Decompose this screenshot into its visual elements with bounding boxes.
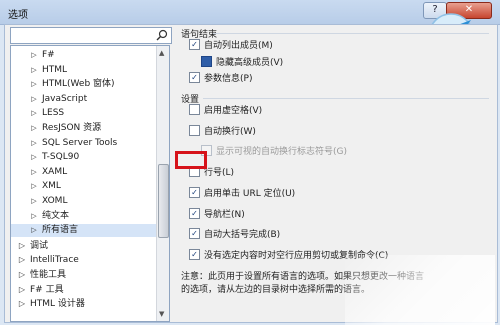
tree-item-label: XML (42, 181, 61, 192)
tree-item[interactable]: ▷ XML (11, 180, 169, 193)
tree-item[interactable]: ▷ XOML (11, 195, 169, 208)
checkbox[interactable]: ✓ (189, 186, 200, 198)
search-input[interactable] (10, 27, 172, 44)
option-row[interactable]: ✓ 自动大括号完成(B) (189, 228, 281, 241)
tree-item-label: F# (42, 50, 55, 60)
expand-arrow-icon[interactable]: ▷ (29, 49, 39, 62)
tree-item[interactable]: ▷ 纯文本 (11, 210, 169, 223)
checkbox[interactable]: ✓ (189, 39, 200, 50)
checkbox-label: 导航栏(N) (204, 209, 245, 220)
tree-item-label: XOML (42, 196, 68, 206)
expand-arrow-icon[interactable]: ▷ (17, 283, 27, 296)
tree-item-label: 所有语言 (42, 225, 79, 236)
checkbox[interactable]: ✓ (189, 72, 200, 83)
tree-item[interactable]: ▷ T-SQL90 (11, 151, 169, 164)
tree-item[interactable]: ▷ XAML (11, 166, 169, 179)
tree-item-label: HTML 设计器 (30, 299, 85, 310)
group-divider (213, 33, 489, 34)
option-row: 显示可视的自动换行标志符号(G) (201, 145, 347, 158)
expand-arrow-icon[interactable]: ▷ (17, 239, 27, 252)
expand-arrow-icon[interactable]: ▷ (17, 268, 27, 281)
expand-arrow-icon[interactable]: ▷ (29, 210, 39, 223)
option-row[interactable]: 自动换行(W) (189, 124, 256, 138)
tree-item-label: 性能工具 (30, 270, 67, 280)
tree-item[interactable]: ▷ SQL Server Tools (11, 137, 169, 150)
checkbox-label: 显示可视的自动换行标志符号(G) (216, 147, 347, 158)
option-row[interactable]: ✓ 自动列出成员(M) (189, 39, 273, 52)
tree-item[interactable]: ▷ F# 工具 (11, 283, 161, 296)
checkbox-label: 自动大括号完成(B) (204, 230, 281, 241)
option-row[interactable]: 隐藏高级成员(V) (201, 55, 284, 69)
tree-item[interactable]: ▷ HTML (11, 64, 169, 77)
option-row[interactable]: ✓ 参数信息(P) (189, 72, 253, 85)
tree-item[interactable]: ▷ 所有语言 (11, 224, 169, 238)
tree-item-label: T-SQL90 (42, 152, 80, 163)
scrollbar-thumb[interactable] (158, 164, 169, 238)
tree-item[interactable]: ▷ ResJSON 资源 (11, 122, 169, 135)
tree-item-label: XAML (42, 166, 68, 177)
checkbox-label: 启用单击 URL 定位(U) (204, 188, 296, 199)
checkbox[interactable]: ✓ (189, 248, 200, 260)
expand-arrow-icon[interactable]: ▷ (29, 180, 39, 193)
option-row[interactable]: ✓ 导航栏(N) (189, 207, 245, 221)
tree-item[interactable]: ▷ 性能工具 (11, 268, 161, 281)
expand-arrow-icon[interactable]: ▷ (17, 297, 27, 310)
expand-arrow-icon[interactable]: ▷ (29, 122, 39, 135)
expand-arrow-icon[interactable]: ▷ (29, 78, 39, 91)
checkbox-label: 隐藏高级成员(V) (216, 57, 284, 68)
expand-arrow-icon[interactable]: ▷ (29, 93, 39, 106)
tree-item[interactable]: ▷ HTML(Web 窗体) (11, 78, 169, 91)
tree-item-label: ResJSON 资源 (42, 123, 102, 133)
tree-item-label: 调试 (30, 240, 49, 251)
expand-arrow-icon[interactable]: ▷ (17, 253, 27, 266)
watermark-overlay (345, 255, 495, 325)
expand-arrow-icon[interactable]: ▷ (29, 224, 39, 237)
checkbox-label: 自动换行(W) (204, 126, 256, 137)
checkbox[interactable] (189, 124, 200, 136)
expand-arrow-icon[interactable]: ▷ (29, 151, 39, 164)
group-divider (203, 98, 489, 99)
expand-arrow-icon[interactable]: ▷ (29, 195, 39, 208)
checkbox[interactable]: ✓ (189, 207, 200, 219)
scroll-down-arrow-icon[interactable]: ▼ (159, 310, 164, 318)
highlight-box (175, 151, 207, 169)
tree-item-label: LESS (42, 108, 65, 119)
tree-item-label: HTML(Web 窗体) (42, 79, 115, 90)
options-tree[interactable]: ▷ F# ▷ HTML ▷ HTML(Web 窗体) ▷ JavaScript ▷ LESS ▷ Re… (10, 45, 170, 322)
expand-arrow-icon[interactable]: ▷ (29, 137, 39, 150)
tree-item-label: SQL Server Tools (42, 137, 118, 148)
checkbox[interactable] (189, 104, 200, 115)
option-row[interactable]: ✓ 启用单击 URL 定位(U) (189, 186, 296, 200)
tree-item-label: 纯文本 (42, 210, 70, 221)
expand-arrow-icon[interactable]: ▷ (29, 107, 39, 120)
tree-item-label: HTML (42, 64, 68, 75)
tree-item[interactable]: ▷ HTML 设计器 (11, 297, 161, 310)
checkbox-label: 启用虚空格(V) (204, 106, 263, 116)
option-row[interactable]: 启用虚空格(V) (189, 104, 263, 117)
window-title: 选项 (8, 10, 28, 21)
tree-item[interactable]: ▷ IntelliTrace (11, 253, 161, 266)
checkbox-label: 自动列出成员(M) (204, 41, 273, 51)
tree-item[interactable]: ▷ JavaScript (11, 93, 169, 106)
checkbox[interactable] (201, 55, 212, 67)
tree-scrollbar[interactable]: ▲ ▼ (156, 46, 169, 321)
scroll-up-arrow-icon[interactable]: ▲ (159, 49, 164, 57)
search-icon (156, 29, 168, 41)
tree-item-label: IntelliTrace (30, 255, 79, 266)
tree-item[interactable]: ▷ F# (11, 49, 169, 62)
expand-arrow-icon[interactable]: ▷ (29, 166, 39, 179)
tree-item[interactable]: ▷ 调试 (11, 239, 161, 252)
tree-item[interactable]: ▷ LESS (11, 107, 169, 120)
checkbox-label: 行号(L) (204, 168, 235, 179)
checkbox[interactable]: ✓ (189, 228, 200, 240)
tree-item-label: JavaScript (42, 93, 88, 104)
checkbox-label: 参数信息(P) (204, 74, 253, 84)
expand-arrow-icon[interactable]: ▷ (29, 64, 39, 77)
tree-item-label: F# 工具 (30, 284, 64, 295)
